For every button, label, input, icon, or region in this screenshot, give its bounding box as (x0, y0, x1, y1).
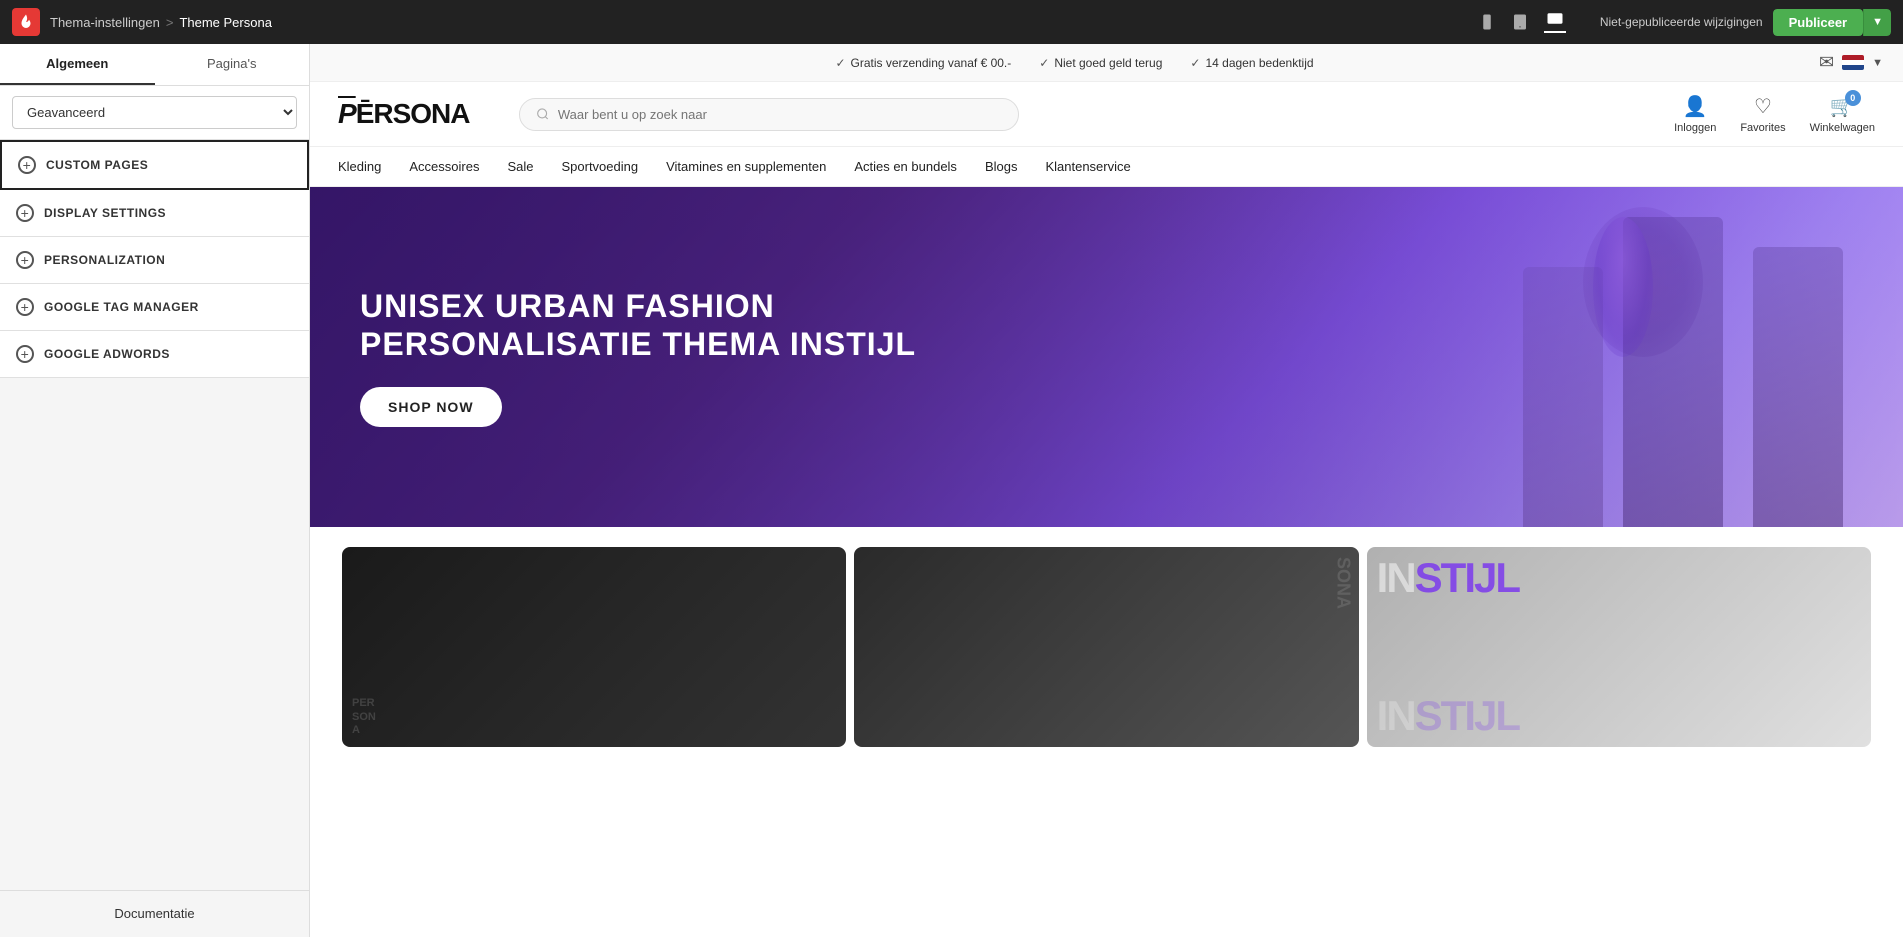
instijl-repeat: INSTIJL (1377, 695, 1519, 737)
publish-button[interactable]: Publiceer (1773, 9, 1864, 36)
nav-item-acties[interactable]: Acties en bundels (854, 159, 957, 174)
sidebar-item-label: GOOGLE ADWORDS (44, 347, 170, 361)
login-label: Inloggen (1674, 122, 1716, 134)
cart-action[interactable]: 🛒 0 Winkelwagen (1810, 94, 1875, 134)
unpublished-label: Niet-gepubliceerde wijzigingen (1600, 15, 1763, 29)
sidebar-item-label: CUSTOM PAGES (46, 158, 148, 172)
store-search-bar[interactable] (519, 98, 1019, 131)
figure-1 (1753, 247, 1843, 527)
announcement-inner: ✓ Gratis verzending vanaf € 00.- ✓ Niet … (330, 52, 1883, 73)
sidebar-select-wrap: Geavanceerd Basis Kleuren Typografie (0, 86, 309, 140)
search-icon (536, 107, 549, 121)
app-logo[interactable] (12, 8, 40, 36)
product-card-1[interactable]: PERSONA (342, 547, 846, 747)
sidebar-item-display-settings[interactable]: + DISPLAY SETTINGS (0, 190, 309, 237)
sidebar-item-label: GOOGLE TAG MANAGER (44, 300, 199, 314)
device-switcher (1478, 11, 1566, 33)
expand-icon: + (16, 298, 34, 316)
heart-icon: ♡ (1754, 94, 1772, 119)
cart-badge-wrap: 🛒 0 (1830, 94, 1855, 119)
announcement-item-3: ✓ 14 dagen bedenktijd (1190, 56, 1313, 70)
product-card-3[interactable]: INSTIJL INSTIJL (1367, 547, 1871, 747)
expand-icon: + (16, 345, 34, 363)
breadcrumb: Thema-instellingen > Theme Persona (50, 15, 272, 30)
sidebar-item-personalization[interactable]: + PERSONALIZATION (0, 237, 309, 284)
netherlands-flag-icon (1842, 55, 1864, 70)
sidebar-footer: Documentatie (0, 890, 309, 937)
nav-item-sale[interactable]: Sale (507, 159, 533, 174)
publish-dropdown-button[interactable]: ▼ (1863, 9, 1891, 36)
nav-item-vitamines[interactable]: Vitamines en supplementen (666, 159, 826, 174)
sidebar-tabs: Algemeen Pagina's (0, 44, 309, 86)
nav-item-klantenservice[interactable]: Klantenservice (1045, 159, 1130, 174)
expand-icon: + (18, 156, 36, 174)
hero-shop-button[interactable]: SHOP NOW (360, 387, 502, 427)
mail-icon: ✉ (1819, 52, 1834, 73)
favorites-action[interactable]: ♡ Favorites (1740, 94, 1785, 134)
store-header: ✓ Gratis verzending vanaf € 00.- ✓ Niet … (310, 44, 1903, 187)
in-text: IN (1377, 554, 1415, 601)
card-watermark-2: SONA (1333, 557, 1354, 609)
sidebar-menu: + CUSTOM PAGES + DISPLAY SETTINGS + PERS… (0, 140, 309, 890)
store-main-header: PĒRSONA 👤 Inloggen ♡ Favorites (310, 82, 1903, 146)
search-input[interactable] (558, 107, 1003, 122)
tab-general[interactable]: Algemeen (0, 44, 155, 85)
stijl-text: STIJL (1415, 554, 1519, 601)
expand-icon: + (16, 251, 34, 269)
sidebar: Algemeen Pagina's Geavanceerd Basis Kleu… (0, 44, 310, 937)
language-dropdown[interactable]: ▼ (1872, 57, 1883, 69)
sidebar-item-google-tag-manager[interactable]: + GOOGLE TAG MANAGER (0, 284, 309, 331)
nav-item-accessoires[interactable]: Accessoires (409, 159, 479, 174)
person-icon: 👤 (1683, 94, 1708, 119)
hero-content: UNISEX URBAN FASHION PERSONALISATIE THEM… (310, 287, 966, 428)
publish-group: Publiceer ▼ (1773, 9, 1891, 36)
flame-icon (17, 13, 35, 31)
tablet-device-button[interactable] (1510, 13, 1530, 31)
cart-badge: 0 (1845, 90, 1861, 106)
sidebar-item-custom-pages[interactable]: + CUSTOM PAGES (0, 140, 309, 190)
expand-icon: + (16, 204, 34, 222)
favorites-label: Favorites (1740, 122, 1785, 134)
figure-3 (1523, 267, 1603, 527)
announcement-items: ✓ Gratis verzending vanaf € 00.- ✓ Niet … (330, 56, 1819, 70)
nav-item-blogs[interactable]: Blogs (985, 159, 1018, 174)
product-card-2[interactable]: SONA (854, 547, 1358, 747)
mobile-device-button[interactable] (1478, 13, 1496, 31)
nav-item-sportvoeding[interactable]: Sportvoeding (561, 159, 638, 174)
sidebar-item-google-adwords[interactable]: + GOOGLE ADWORDS (0, 331, 309, 378)
announcement-item-1: ✓ Gratis verzending vanaf € 00.- (835, 56, 1011, 70)
check-icon-1: ✓ (835, 56, 845, 70)
card-watermark-1: PERSONA (352, 697, 376, 737)
smoke-puff (1593, 217, 1653, 357)
preview-area: ✓ Gratis verzending vanaf € 00.- ✓ Niet … (310, 44, 1903, 937)
nav-item-kleding[interactable]: Kleding (338, 159, 381, 174)
announcement-bar: ✓ Gratis verzending vanaf € 00.- ✓ Niet … (310, 44, 1903, 82)
breadcrumb-current: Theme Persona (179, 15, 272, 30)
main-layout: Algemeen Pagina's Geavanceerd Basis Kleu… (0, 44, 1903, 937)
hero-title: UNISEX URBAN FASHION PERSONALISATIE THEM… (360, 287, 916, 364)
desktop-device-button[interactable] (1544, 11, 1566, 33)
sidebar-item-label: DISPLAY SETTINGS (44, 206, 166, 220)
hero-title-line1: UNISEX URBAN FASHION (360, 287, 916, 325)
check-icon-2: ✓ (1039, 56, 1049, 70)
announcement-right-icons: ✉ ▼ (1819, 52, 1883, 73)
theme-section-select[interactable]: Geavanceerd Basis Kleuren Typografie (12, 96, 297, 129)
sidebar-item-label: PERSONALIZATION (44, 253, 165, 267)
announcement-item-2: ✓ Niet goed geld terug (1039, 56, 1162, 70)
tab-pages[interactable]: Pagina's (155, 44, 310, 85)
store-nav: Kleding Accessoires Sale Sportvoeding Vi… (310, 146, 1903, 186)
login-action[interactable]: 👤 Inloggen (1674, 94, 1716, 134)
hero-section: UNISEX URBAN FASHION PERSONALISATIE THEM… (310, 187, 1903, 527)
breadcrumb-separator: > (166, 15, 174, 30)
hero-title-line2: PERSONALISATIE THEMA INSTIJL (360, 325, 916, 363)
cart-label: Winkelwagen (1810, 122, 1875, 134)
documentation-link[interactable]: Documentatie (114, 906, 194, 921)
store-logo: PĒRSONA (338, 98, 469, 130)
breadcrumb-parent[interactable]: Thema-instellingen (50, 15, 160, 30)
top-bar: Thema-instellingen > Theme Persona Niet-… (0, 0, 1903, 44)
instijl-overlay: INSTIJL (1377, 557, 1519, 599)
check-icon-3: ✓ (1190, 56, 1200, 70)
store-header-actions: 👤 Inloggen ♡ Favorites 🛒 0 Winkelwagen (1674, 94, 1875, 134)
product-grid-preview: PERSONA SONA INSTIJL INSTIJL (310, 547, 1903, 937)
